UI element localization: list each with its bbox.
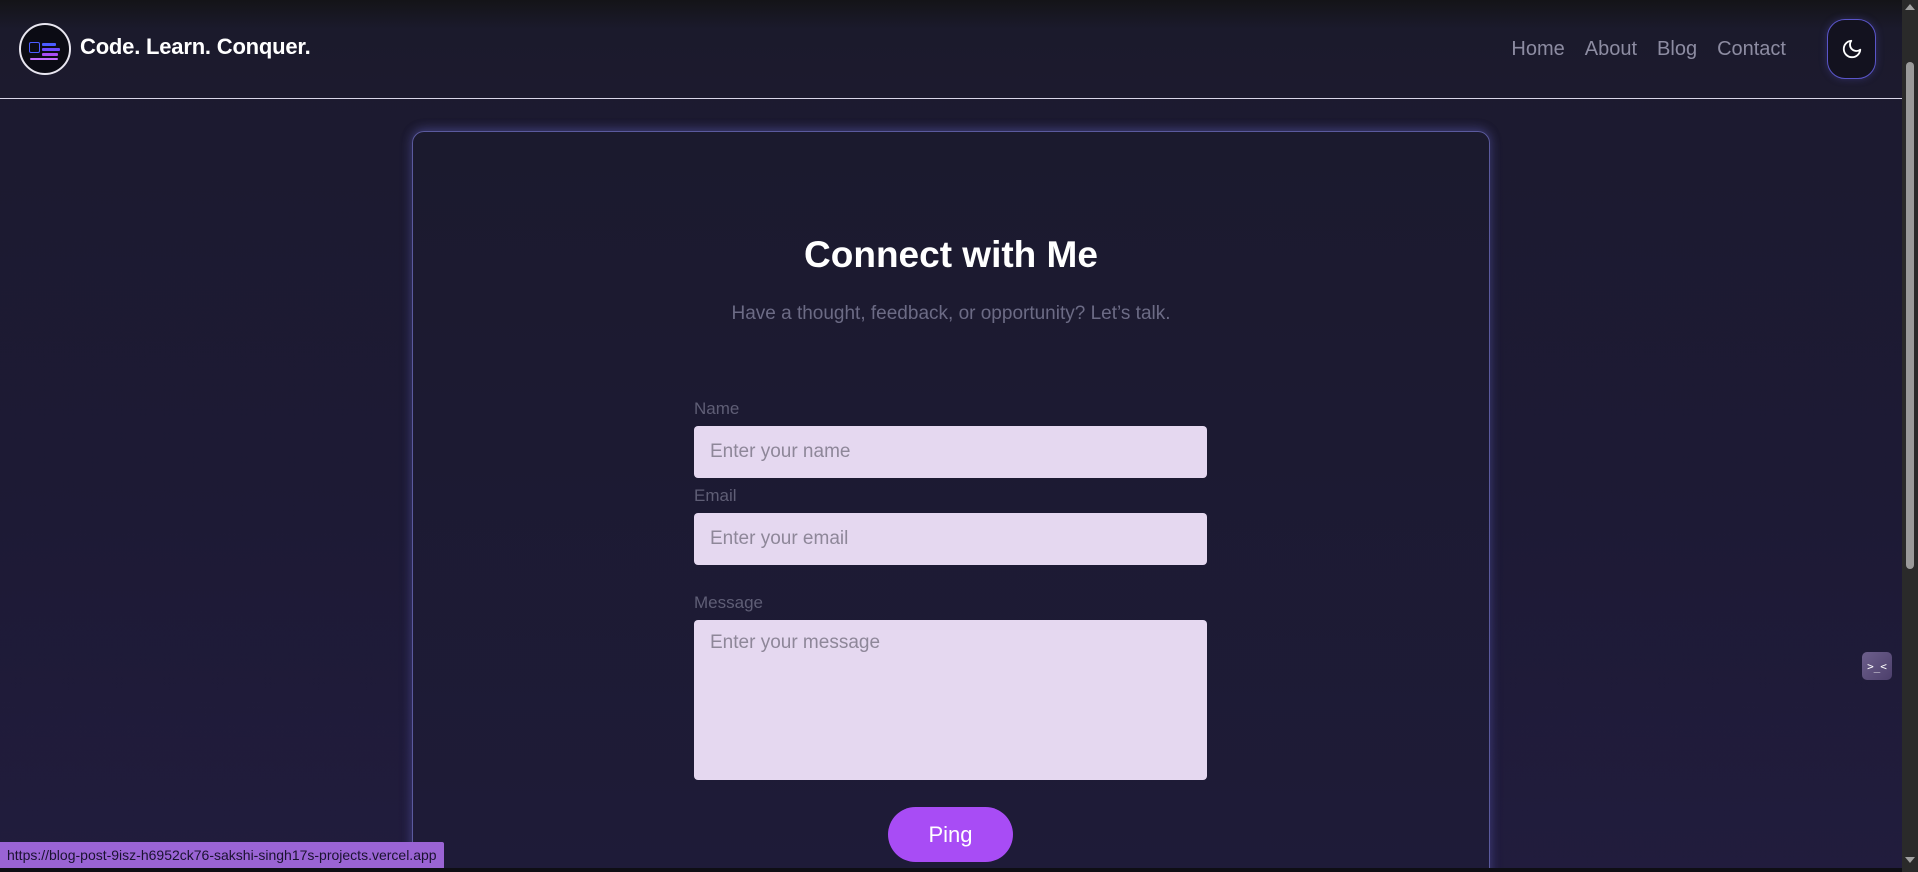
contact-title: Connect with Me — [804, 234, 1098, 275]
theme-toggle-button[interactable] — [1827, 19, 1876, 79]
nav-links: Home About Blog Contact — [1511, 38, 1786, 61]
navbar: Code. Learn. Conquer. Home About Blog Co… — [0, 0, 1902, 99]
contact-subtitle: Have a thought, feedback, or opportunity… — [731, 303, 1171, 324]
site-logo[interactable] — [19, 23, 71, 75]
nav-blog-link[interactable]: Blog — [1657, 38, 1697, 61]
nav-about-link[interactable]: About — [1585, 38, 1637, 61]
floating-widget-button[interactable]: >_< — [1862, 652, 1892, 680]
site-title[interactable]: Code. Learn. Conquer. — [80, 34, 311, 60]
code-learn-conquer-logo-icon — [27, 36, 63, 62]
message-textarea[interactable] — [694, 620, 1207, 780]
scroll-up-arrow-icon[interactable] — [1905, 4, 1915, 10]
email-input[interactable] — [694, 513, 1207, 565]
nav-contact-link[interactable]: Contact — [1717, 38, 1786, 61]
ping-submit-button[interactable]: Ping — [888, 807, 1013, 862]
moon-icon — [1842, 39, 1861, 59]
scrollbar-thumb[interactable] — [1906, 62, 1914, 569]
bottom-edge — [0, 868, 1902, 872]
scroll-down-arrow-icon[interactable] — [1905, 857, 1915, 863]
nav-home-link[interactable]: Home — [1511, 38, 1564, 61]
name-label: Name — [694, 399, 740, 418]
vertical-scrollbar[interactable] — [1902, 0, 1918, 872]
name-input[interactable] — [694, 426, 1207, 478]
status-bar-url: https://blog-post-9isz-h6952ck76-sakshi-… — [0, 842, 444, 868]
email-label: Email — [694, 486, 737, 505]
message-label: Message — [694, 593, 763, 612]
